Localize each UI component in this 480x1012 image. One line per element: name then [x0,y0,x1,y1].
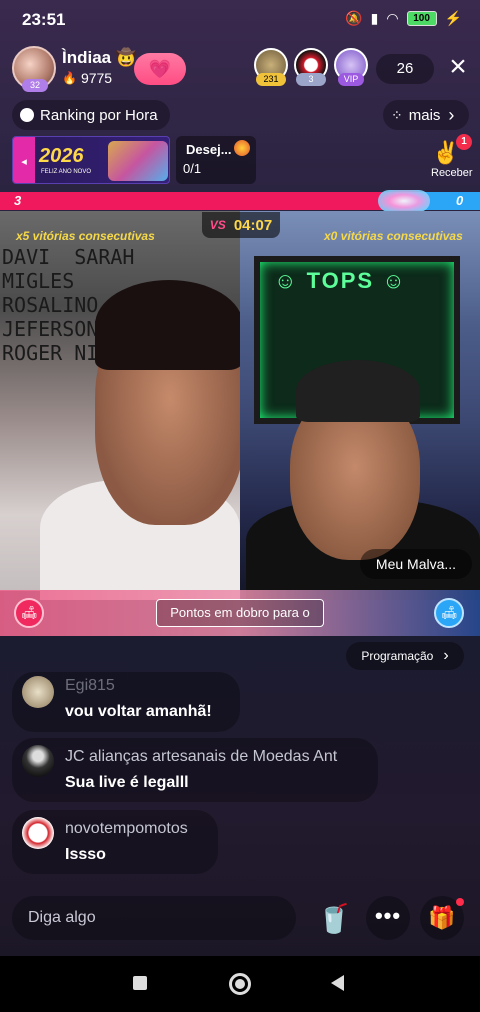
host-likes: 🔥 9775 [62,70,112,86]
banner-year: 2026 [39,145,84,167]
home-icon[interactable] [229,973,251,995]
chat-avatar[interactable] [22,676,54,708]
led-board-text: ☺ TOPS ☺ [274,268,407,293]
wish-gift-icon [234,140,250,156]
chat-avatar[interactable] [22,745,54,777]
chevron-right-icon: › [448,104,455,125]
wish-title: Desej... [186,142,232,157]
comment-input[interactable]: Diga algo [12,896,296,940]
chat-avatar[interactable] [22,817,54,849]
battery-icon: 100 [406,11,437,26]
status-icons: 🔕 ▮ ◠ 100 ⚡ [345,10,462,27]
chat-text: Issso [65,846,106,863]
ranking-label: Ranking por Hora [40,106,158,124]
more-button[interactable]: ⁘ mais › [383,100,469,130]
banner-subtitle: FELIZ ANO NOVO [41,169,92,175]
left-streamer-hair [95,280,243,370]
ranking-icon [20,108,34,122]
ranking-button[interactable]: Ranking por Hora [12,100,170,130]
follow-button[interactable]: 💗 [134,53,186,85]
programacao-button[interactable]: Programação › [346,642,464,670]
right-streamer-name[interactable]: Meu Malva... [360,549,472,579]
close-icon[interactable]: × [444,52,472,82]
left-win-streak: x5 vitórias consecutivas [16,229,155,243]
wifi-icon: ◠ [386,10,399,26]
banner-gifts-image [108,141,168,181]
chevron-right-icon: › [443,647,449,664]
heart-wings-icon: 💗 [148,58,172,79]
likes-count: 9775 [80,70,113,86]
status-time: 23:51 [22,10,66,29]
pk-right-score: 0 [456,193,464,208]
pk-left-score: 3 [14,193,22,208]
gift-notification-dot [456,898,464,906]
viewer-count[interactable]: 26 [376,54,434,84]
charging-icon: ⚡ [444,10,462,26]
pk-spark-icon [378,190,430,212]
programacao-label: Programação [361,649,434,663]
back-icon[interactable] [331,975,344,991]
level-badge: 32 [22,79,48,92]
viewer-badge-1: 231 [256,73,286,86]
viewer-badge-2: 3 [296,73,326,86]
left-seat-icon[interactable]: 🛋 [14,598,44,628]
drink-cup-icon[interactable]: 🥤 [312,896,356,940]
wish-count: 0/1 [183,161,202,176]
chat-text: Sua live é legalll [65,774,189,791]
chat-text: vou voltar amanhã! [65,703,212,720]
viewer-badge-3: VIP [338,73,364,86]
right-win-streak: x0 vitórias consecutivas [324,229,463,243]
double-points-banner: Pontos em dobro para o [156,599,324,627]
banner-arrow-icon[interactable]: ◂ [13,137,35,183]
more-options-icon[interactable]: ••• [366,896,410,940]
new-year-banner[interactable]: ◂ 2026 FELIZ ANO NOVO [12,136,170,184]
mute-icon: 🔕 [345,10,363,26]
host-name[interactable]: Ìndiaa 🤠 [62,48,137,68]
signal-icon: ▮ [370,10,379,26]
vs-icon: VS [209,218,226,232]
chat-username[interactable]: novotempomotos [65,820,188,838]
timer-value: 04:07 [233,216,273,234]
recents-icon[interactable] [133,976,147,990]
more-label: mais [408,106,441,124]
pk-timer: VS 04:07 [202,212,280,238]
right-seat-icon[interactable]: 🛋 [434,598,464,628]
flame-icon: 🔥 [62,71,77,85]
chat-username[interactable]: Egi815 [65,677,115,695]
receber-badge: 1 [456,134,472,150]
grid-icon: ⁘ [391,106,403,123]
chat-username[interactable]: JC alianças artesanais de Moedas Ant [65,748,337,766]
receber-label[interactable]: Receber [431,167,473,179]
right-streamer-cap [296,360,420,422]
